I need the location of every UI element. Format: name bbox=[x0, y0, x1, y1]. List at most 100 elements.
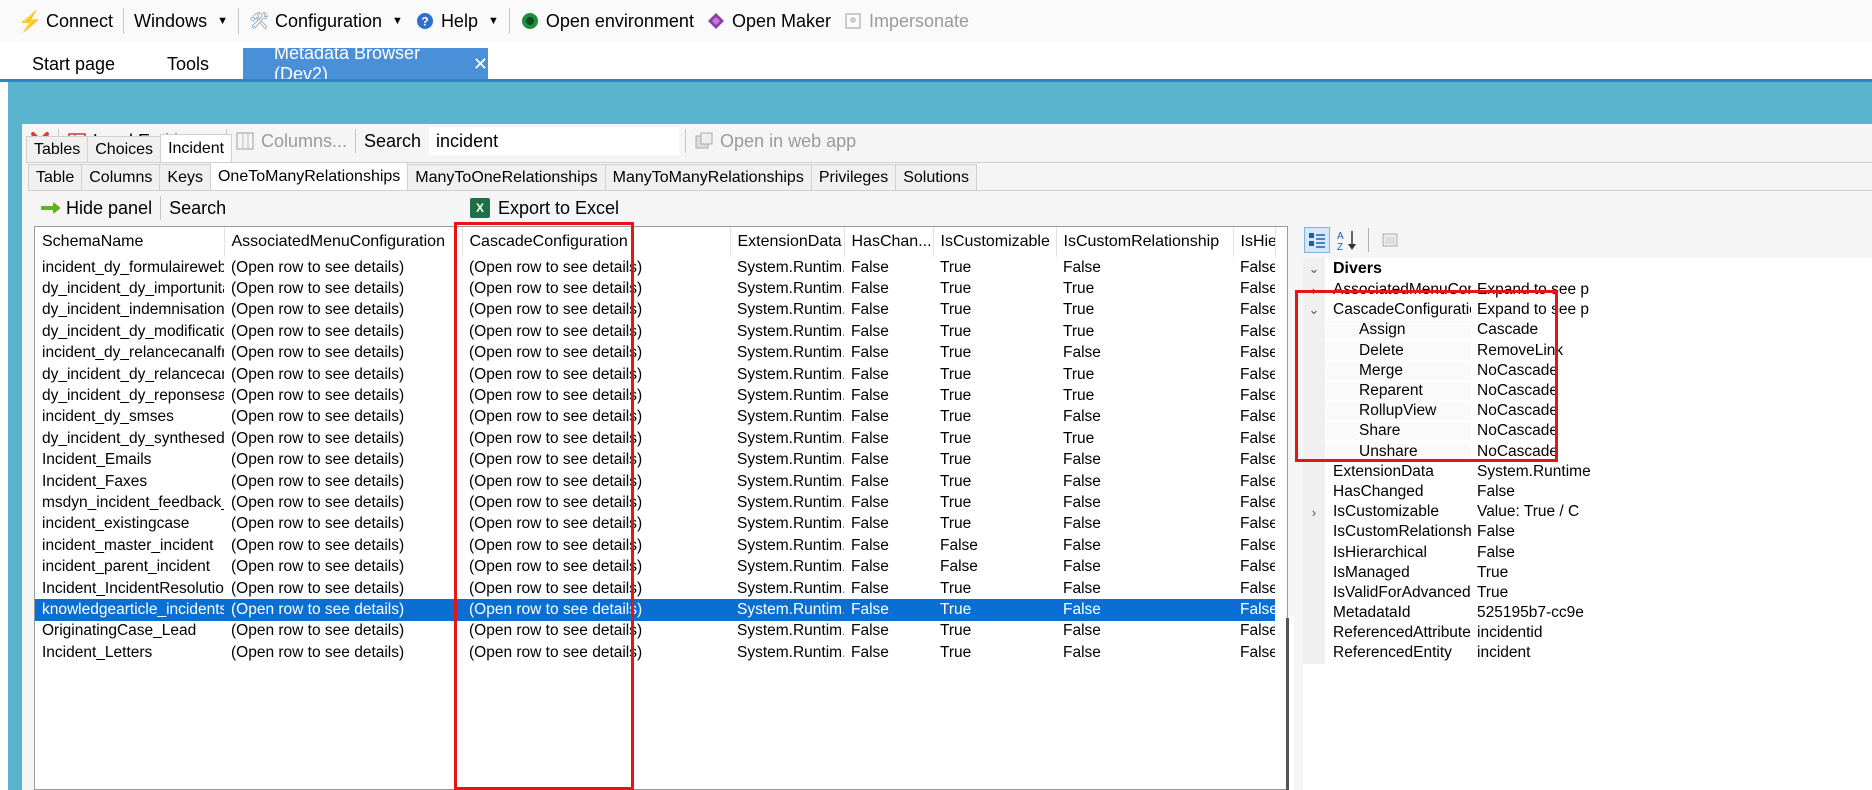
property-value[interactable]: NoCascade bbox=[1471, 422, 1872, 440]
column-header[interactable]: HasChan... bbox=[844, 227, 934, 257]
property-value[interactable]: True bbox=[1471, 584, 1872, 602]
close-icon[interactable]: ✕ bbox=[473, 54, 488, 75]
windows-menu[interactable]: Windows ▼ bbox=[128, 5, 234, 37]
tab-columns[interactable]: Columns bbox=[81, 164, 161, 190]
tab-keys[interactable]: Keys bbox=[159, 164, 211, 190]
open-environment-button[interactable]: Open environment bbox=[514, 5, 700, 37]
table-row[interactable]: dy_incident_dy_relancecan... (Open row to… bbox=[35, 364, 1275, 385]
tab-one-to-many[interactable]: OneToManyRelationships bbox=[209, 162, 409, 190]
table-row[interactable]: dy_incident_dy_importunitair... (Open row… bbox=[35, 278, 1275, 299]
table-row[interactable]: msdyn_incident_feedback_... (Open row to … bbox=[35, 492, 1275, 513]
tab-many-to-many[interactable]: ManyToManyRelationships bbox=[604, 164, 812, 190]
column-header[interactable]: IsCustomRelationship bbox=[1056, 227, 1234, 257]
table-row[interactable]: incident_dy_formulairewebs (Open row to s… bbox=[35, 257, 1275, 278]
property-value[interactable]: Expand to see p bbox=[1471, 301, 1872, 319]
property-value[interactable]: True bbox=[1471, 564, 1872, 582]
property-value[interactable]: Value: True / C bbox=[1471, 503, 1872, 521]
tab-choices[interactable]: Choices bbox=[87, 136, 162, 162]
tab-tables[interactable]: Tables bbox=[26, 136, 89, 162]
open-maker-button[interactable]: Open Maker bbox=[700, 5, 837, 37]
column-header[interactable]: IsCustomizable bbox=[933, 227, 1057, 257]
property-row[interactable]: Merge NoCascade bbox=[1303, 360, 1872, 381]
table-row[interactable]: Incident_Faxes (Open row to see details) (… bbox=[35, 471, 1275, 492]
property-value[interactable]: False bbox=[1471, 523, 1872, 541]
table-row[interactable]: incident_parent_incident (Open row to see… bbox=[35, 556, 1275, 577]
column-header[interactable]: CascadeConfiguration bbox=[462, 227, 731, 257]
table-row[interactable]: Incident_Emails (Open row to see details)… bbox=[35, 450, 1275, 471]
property-row[interactable]: IsCustomRelationship False bbox=[1303, 522, 1872, 543]
columns-button[interactable]: Columns... bbox=[229, 131, 353, 152]
tab-many-to-one[interactable]: ManyToOneRelationships bbox=[407, 164, 606, 190]
property-row[interactable]: IsValidForAdvancedFinTrue bbox=[1303, 582, 1872, 603]
property-value[interactable]: NoCascade bbox=[1471, 402, 1872, 420]
property-value[interactable]: False bbox=[1471, 544, 1872, 562]
property-row[interactable]: Share NoCascade bbox=[1303, 421, 1872, 442]
property-value[interactable]: 525195b7-cc9e bbox=[1471, 604, 1872, 622]
table-row[interactable]: Incident_Letters (Open row to see details… bbox=[35, 642, 1275, 663]
property-row[interactable]: ⌄ CascadeConfigurationExpand to see p bbox=[1303, 300, 1872, 321]
connect-button[interactable]: ⚡ Connect bbox=[14, 5, 119, 37]
property-row[interactable]: MetadataId 525195b7-cc9e bbox=[1303, 603, 1872, 624]
property-value[interactable]: NoCascade bbox=[1471, 443, 1872, 461]
table-row[interactable]: Incident_IncidentResolutions (Open row to… bbox=[35, 578, 1275, 599]
hide-panel-button[interactable]: Hide panel bbox=[34, 198, 158, 219]
grid-scrollbar-thumb[interactable] bbox=[1286, 618, 1289, 790]
property-row[interactable]: ExtensionData System.Runtime bbox=[1303, 461, 1872, 482]
table-row[interactable]: dy_incident_dy_modification... (Open row … bbox=[35, 321, 1275, 342]
table-row[interactable]: OriginatingCase_Lead (Open row to see det… bbox=[35, 621, 1275, 642]
property-row[interactable]: › IsCustomizable Value: True / C bbox=[1303, 502, 1872, 523]
property-value[interactable]: NoCascade bbox=[1471, 362, 1872, 380]
property-row[interactable]: Assign Cascade bbox=[1303, 320, 1872, 341]
property-row[interactable]: › AssociatedMenuConfigExpand to see p bbox=[1303, 280, 1872, 301]
property-row[interactable]: Unshare NoCascade bbox=[1303, 441, 1872, 462]
table-row[interactable]: incident_dy_smses (Open row to see detail… bbox=[35, 407, 1275, 428]
property-row[interactable]: IsHierarchical False bbox=[1303, 542, 1872, 563]
table-row[interactable]: dy_incident_indemnisation (Open row to se… bbox=[35, 300, 1275, 321]
categorized-view-icon[interactable] bbox=[1304, 227, 1330, 253]
tab-privileges[interactable]: Privileges bbox=[810, 164, 897, 190]
column-header[interactable]: AssociatedMenuConfiguration bbox=[224, 227, 463, 257]
property-value[interactable]: NoCascade bbox=[1471, 382, 1872, 400]
property-row[interactable]: RollupView NoCascade bbox=[1303, 401, 1872, 422]
table-row[interactable]: incident_master_incident (Open row to see… bbox=[35, 535, 1275, 556]
tab-incident[interactable]: Incident bbox=[160, 134, 233, 162]
property-value[interactable]: incidentid bbox=[1471, 624, 1872, 642]
property-row[interactable]: Delete RemoveLink bbox=[1303, 340, 1872, 361]
search-label[interactable]: Search bbox=[163, 198, 232, 219]
tab-start-page[interactable]: Start page bbox=[32, 48, 115, 80]
column-header[interactable]: IsHiera bbox=[1233, 227, 1276, 257]
column-header[interactable]: ExtensionData bbox=[730, 227, 845, 257]
alphabetical-sort-icon[interactable]: AZ bbox=[1334, 227, 1360, 253]
property-row[interactable]: HasChanged False bbox=[1303, 481, 1872, 503]
tab-metadata-browser[interactable]: Metadata Browser (Dev2) ✕ bbox=[243, 43, 488, 84]
property-value[interactable]: False bbox=[1471, 483, 1872, 501]
expand-icon[interactable]: ⌄ bbox=[1303, 300, 1325, 321]
table-row[interactable]: incident_existingcase (Open row to see de… bbox=[35, 514, 1275, 535]
help-menu[interactable]: ? Help ▼ bbox=[409, 5, 505, 37]
impersonate-button[interactable]: Impersonate bbox=[837, 5, 975, 37]
expand-icon[interactable]: › bbox=[1303, 502, 1325, 523]
property-row[interactable]: ReferencedAttribute incidentid bbox=[1303, 623, 1872, 644]
tab-table[interactable]: Table bbox=[28, 164, 83, 190]
export-to-excel-button[interactable]: X Export to Excel bbox=[470, 194, 619, 222]
property-value[interactable]: RemoveLink bbox=[1471, 342, 1872, 360]
tab-solutions[interactable]: Solutions bbox=[895, 164, 978, 190]
table-row[interactable]: dy_incident_dy_reponsesati... (Open row t… bbox=[35, 385, 1275, 406]
table-row[interactable]: dy_incident_dy_synthesede... (Open row to… bbox=[35, 428, 1275, 449]
table-row[interactable]: knowledgearticle_incidents (Open row to s… bbox=[35, 599, 1275, 621]
property-value[interactable]: System.Runtime bbox=[1471, 463, 1872, 481]
collapse-icon[interactable]: ⌄ bbox=[1303, 258, 1325, 280]
property-value[interactable]: incident bbox=[1471, 644, 1872, 662]
table-row[interactable]: incident_dy_relancecanalfro... (Open row … bbox=[35, 343, 1275, 364]
property-row[interactable]: ReferencedEntity incident bbox=[1303, 643, 1872, 664]
property-row[interactable]: IsManaged True bbox=[1303, 562, 1872, 583]
column-header[interactable]: SchemaName bbox=[35, 227, 225, 257]
property-pages-icon[interactable] bbox=[1377, 227, 1403, 253]
expand-icon[interactable]: › bbox=[1303, 280, 1325, 301]
property-row[interactable]: Reparent NoCascade bbox=[1303, 380, 1872, 402]
tab-tools[interactable]: Tools bbox=[167, 48, 209, 80]
property-value[interactable]: Cascade bbox=[1471, 321, 1872, 339]
property-category[interactable]: ⌄ Divers bbox=[1303, 258, 1872, 280]
configuration-menu[interactable]: 🛠 Configuration ▼ bbox=[243, 5, 409, 37]
search-input[interactable]: incident bbox=[429, 127, 680, 155]
